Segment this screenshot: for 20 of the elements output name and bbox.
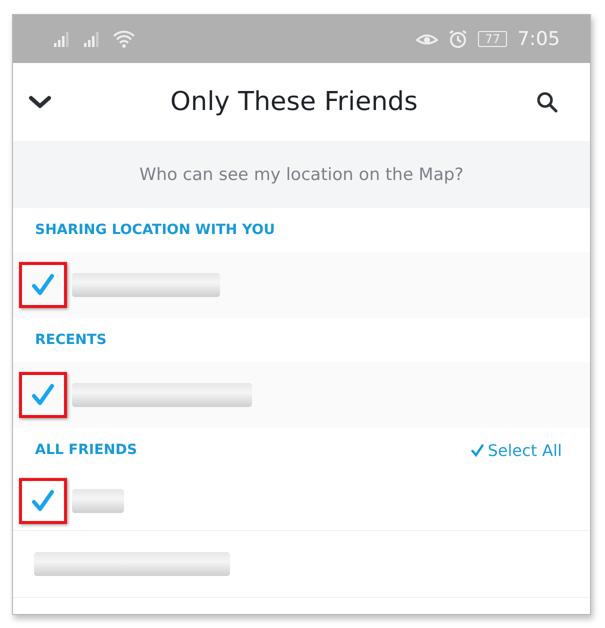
select-all-link[interactable]: Select All bbox=[470, 440, 562, 460]
check-icon bbox=[31, 273, 55, 297]
checkbox[interactable] bbox=[19, 262, 67, 308]
check-icon bbox=[31, 489, 55, 513]
page-title: Only These Friends bbox=[170, 87, 418, 117]
checkbox[interactable] bbox=[19, 478, 67, 524]
alarm-icon bbox=[448, 29, 468, 49]
battery-level: 77 bbox=[478, 31, 508, 47]
wifi-icon bbox=[113, 30, 135, 48]
check-icon bbox=[31, 383, 55, 407]
section-heading: RECENTS bbox=[35, 332, 107, 348]
chevron-down-icon[interactable] bbox=[28, 95, 52, 109]
section-heading: SHARING LOCATION WITH YOU bbox=[35, 222, 276, 238]
clock-time: 7:05 bbox=[517, 28, 560, 50]
redacted-name bbox=[72, 489, 124, 513]
check-icon bbox=[470, 444, 484, 456]
search-icon[interactable] bbox=[536, 91, 558, 113]
prompt-text: Who can see my location on the Map? bbox=[139, 164, 464, 184]
checkbox[interactable] bbox=[19, 372, 67, 418]
section-heading: ALL FRIENDS bbox=[35, 442, 138, 458]
